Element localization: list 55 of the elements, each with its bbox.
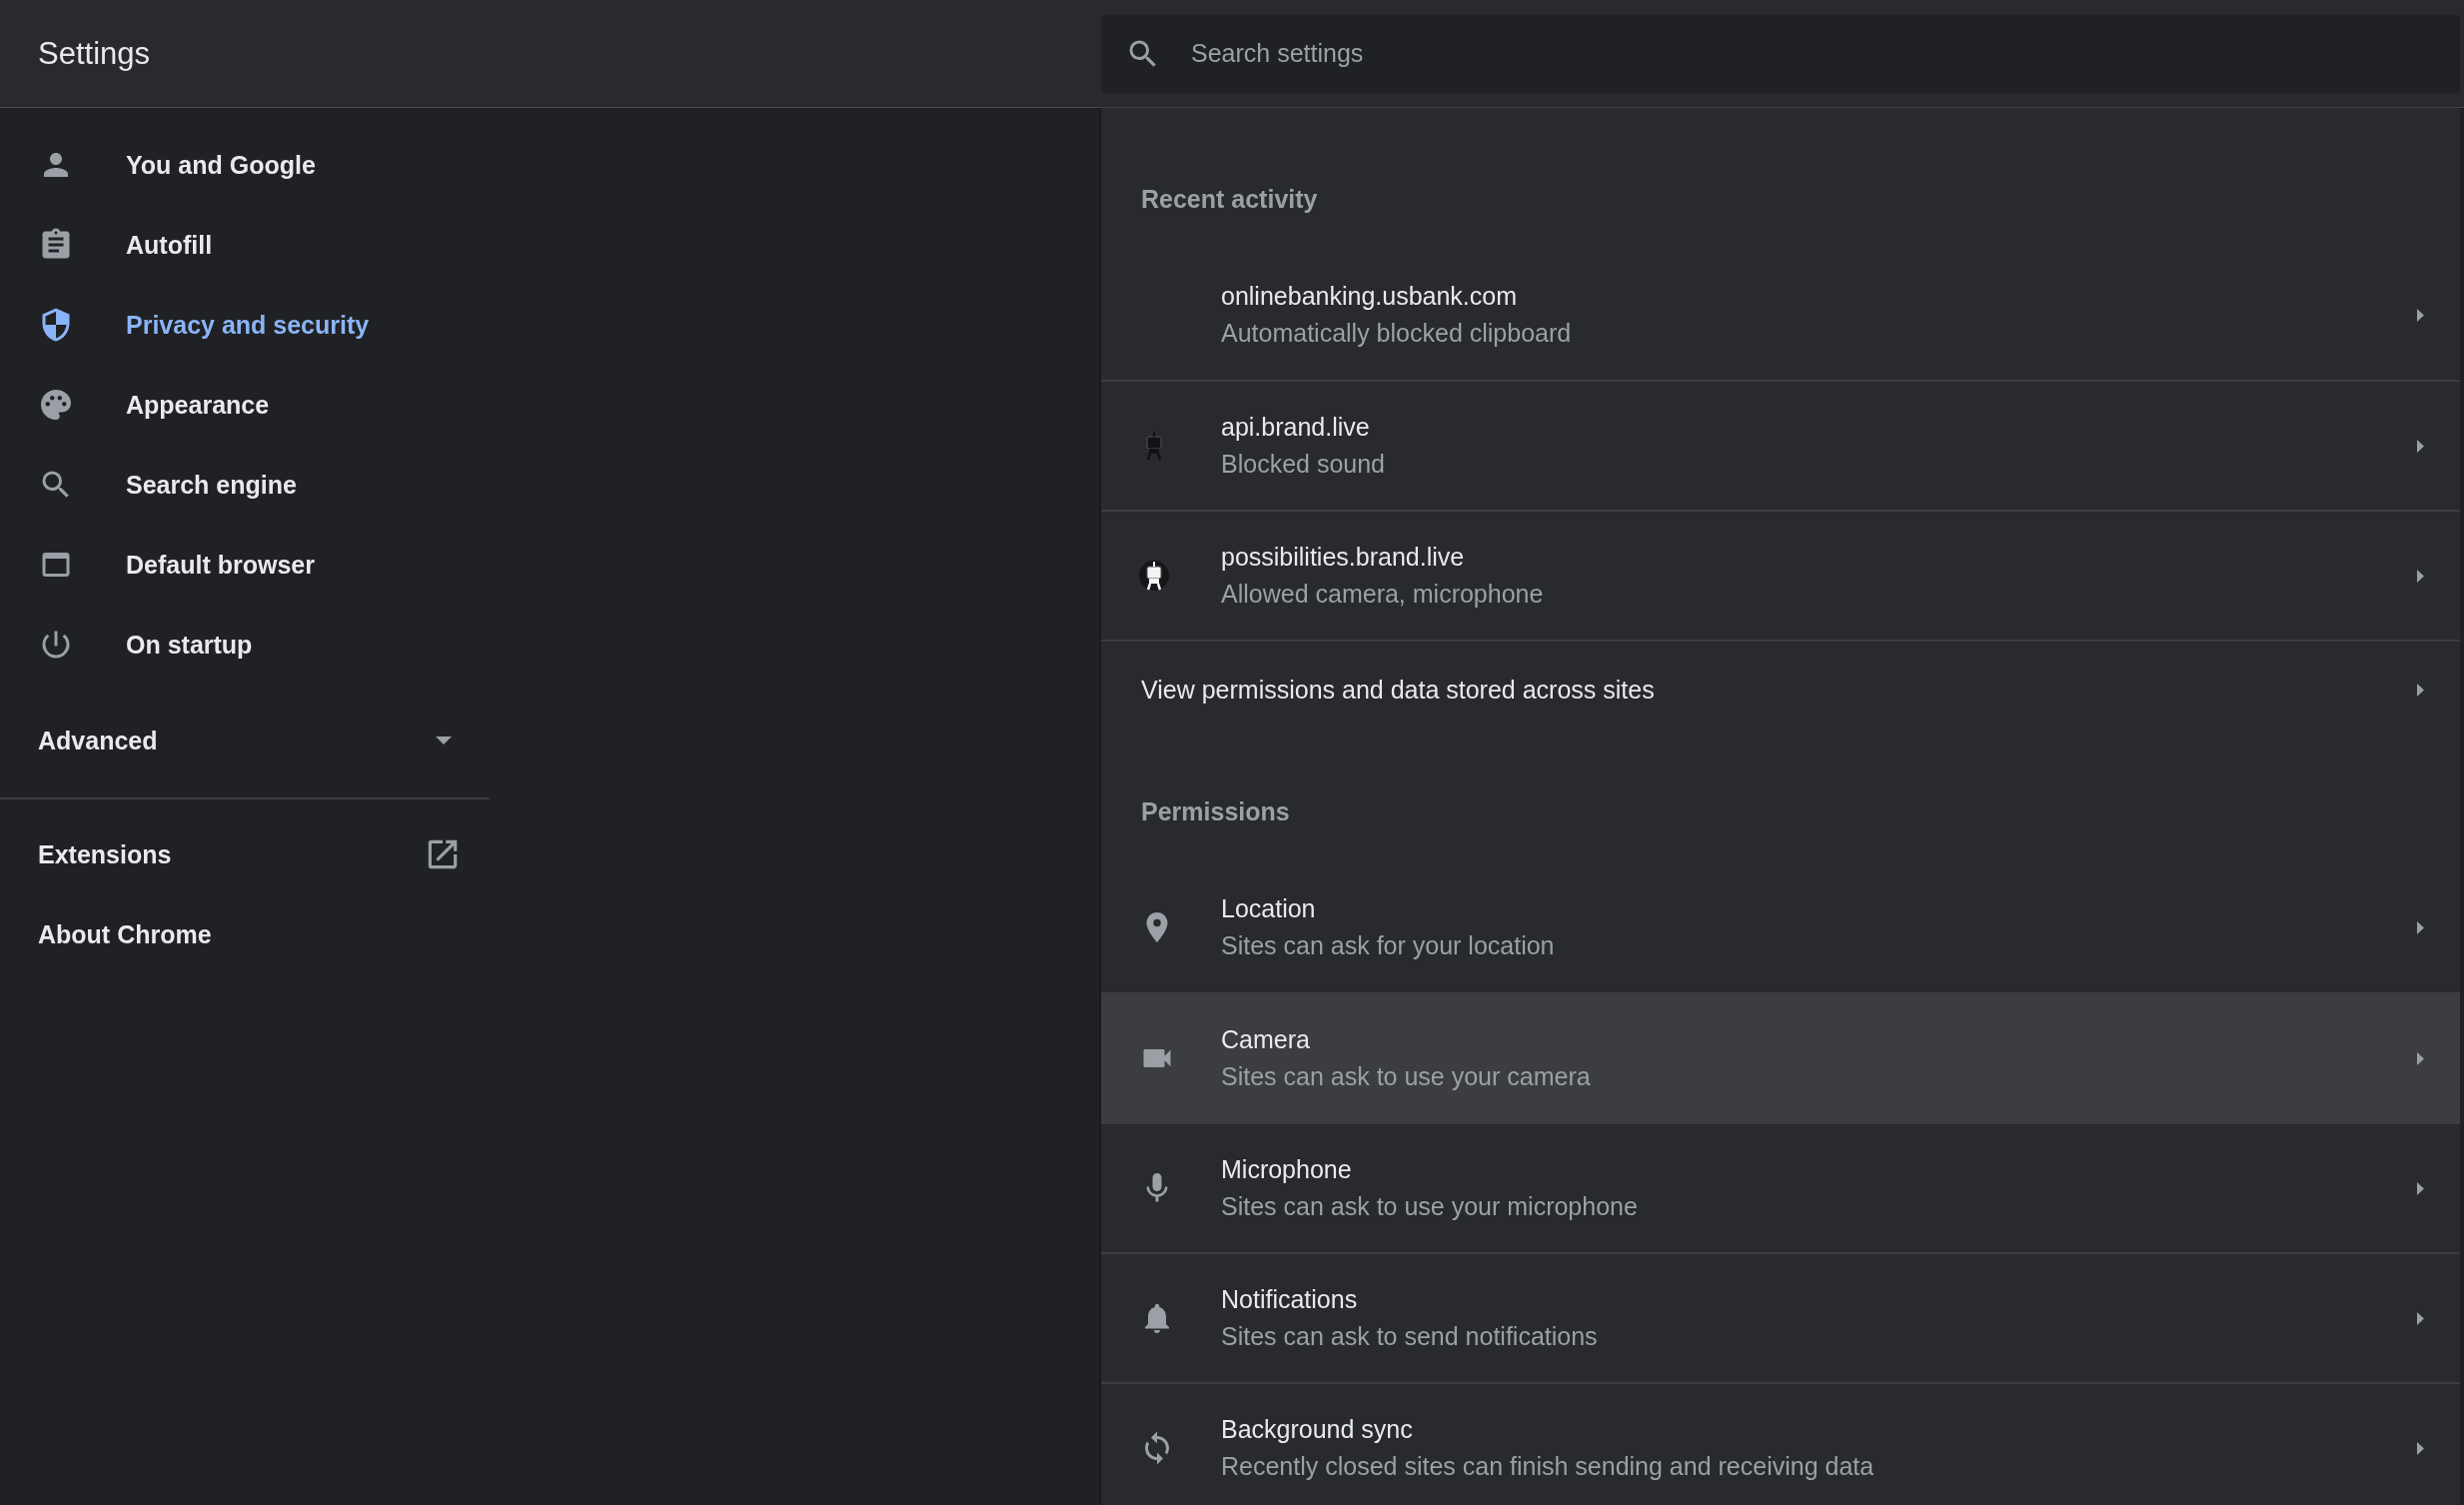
- site-row[interactable]: onlinebanking.usbank.com Automatically blocked clipboard: [1101, 250, 2460, 380]
- chevron-right-icon: [2416, 439, 2424, 453]
- permission-title: Camera: [1221, 1025, 1311, 1054]
- permission-subtitle: Sites can ask to use your microphone: [1221, 1192, 1639, 1221]
- permission-row[interactable]: Location Sites can ask for your location: [1101, 862, 2460, 992]
- nav-link-label: About Chrome: [38, 919, 212, 949]
- chevron-right-icon: [2416, 1441, 2424, 1455]
- view-permissions-label: View permissions and data stored across sites: [1141, 675, 1656, 705]
- page-title: Settings: [37, 35, 151, 72]
- chevron-right-icon: [2416, 569, 2424, 583]
- permission-subtitle: Sites can ask to use your camera: [1221, 1062, 1592, 1091]
- site-row[interactable]: api.brand.live Blocked sound: [1101, 380, 2460, 510]
- chevron-right-icon: [2416, 308, 2424, 322]
- site-title: api.brand.live: [1221, 413, 1371, 442]
- nav-link[interactable]: Extensions: [0, 814, 490, 894]
- permission-title: Location: [1221, 894, 1317, 923]
- nav-item[interactable]: Default browser: [0, 525, 1101, 605]
- permission-title: Notifications: [1221, 1285, 1359, 1314]
- chevron-right-icon: [2416, 920, 2424, 934]
- advanced-toggle[interactable]: Advanced: [0, 701, 490, 780]
- nav-item[interactable]: On startup: [0, 605, 1101, 685]
- permission-title: Microphone: [1221, 1155, 1353, 1184]
- site-subtitle: Automatically blocked clipboard: [1221, 319, 1573, 348]
- chevron-right-icon: [2416, 1051, 2424, 1065]
- palette-icon: [38, 387, 74, 423]
- permission-title: Background sync: [1221, 1415, 1414, 1444]
- site-title: possibilities.brand.live: [1221, 543, 1466, 572]
- site-subtitle: Blocked sound: [1221, 450, 1386, 479]
- nav-item[interactable]: You and Google: [0, 125, 1101, 205]
- section-heading: Permissions: [1140, 796, 1291, 827]
- permission-row[interactable]: Background sync Recently closed sites can finish sending and receiving data: [1101, 1382, 2460, 1505]
- permission-subtitle: Recently closed sites can finish sending and receiving data: [1221, 1452, 1875, 1481]
- nav-item[interactable]: Privacy and security: [0, 285, 1101, 365]
- site-title: onlinebanking.usbank.com: [1221, 282, 1519, 311]
- advanced-label: Advanced: [38, 726, 158, 755]
- permission-subtitle: Sites can ask for your location: [1221, 931, 1556, 960]
- search-field[interactable]: Search settings: [1101, 14, 2460, 93]
- chevron-right-icon: [2416, 683, 2424, 697]
- nav-item[interactable]: Appearance: [0, 365, 1101, 445]
- nav-link[interactable]: About Chrome: [0, 894, 490, 974]
- chevron-right-icon: [2416, 1311, 2424, 1325]
- robot-icon: [1139, 559, 1169, 593]
- chevron-right-icon: [2416, 1181, 2424, 1195]
- caret-down-icon: [436, 737, 452, 745]
- view-permissions-row[interactable]: View permissions and data stored across sites: [1101, 640, 2460, 738]
- nav-link-label: Extensions: [38, 839, 172, 869]
- permission-row[interactable]: Microphone Sites can ask to use your microphone: [1101, 1122, 2460, 1252]
- site-subtitle: Allowed camera, microphone: [1221, 580, 1545, 609]
- section-heading: Recent activity: [1140, 184, 1319, 215]
- permission-row[interactable]: Notifications Sites can ask to send notifications: [1101, 1252, 2460, 1382]
- nav-item[interactable]: Search engine: [0, 445, 1101, 525]
- nav-item[interactable]: Autofill: [0, 205, 1101, 285]
- permission-row[interactable]: Camera Sites can ask to use your camera: [1101, 992, 2460, 1122]
- permission-subtitle: Sites can ask to send notifications: [1221, 1322, 1599, 1351]
- site-row[interactable]: possibilities.brand.live Allowed camera, microphone: [1101, 510, 2460, 640]
